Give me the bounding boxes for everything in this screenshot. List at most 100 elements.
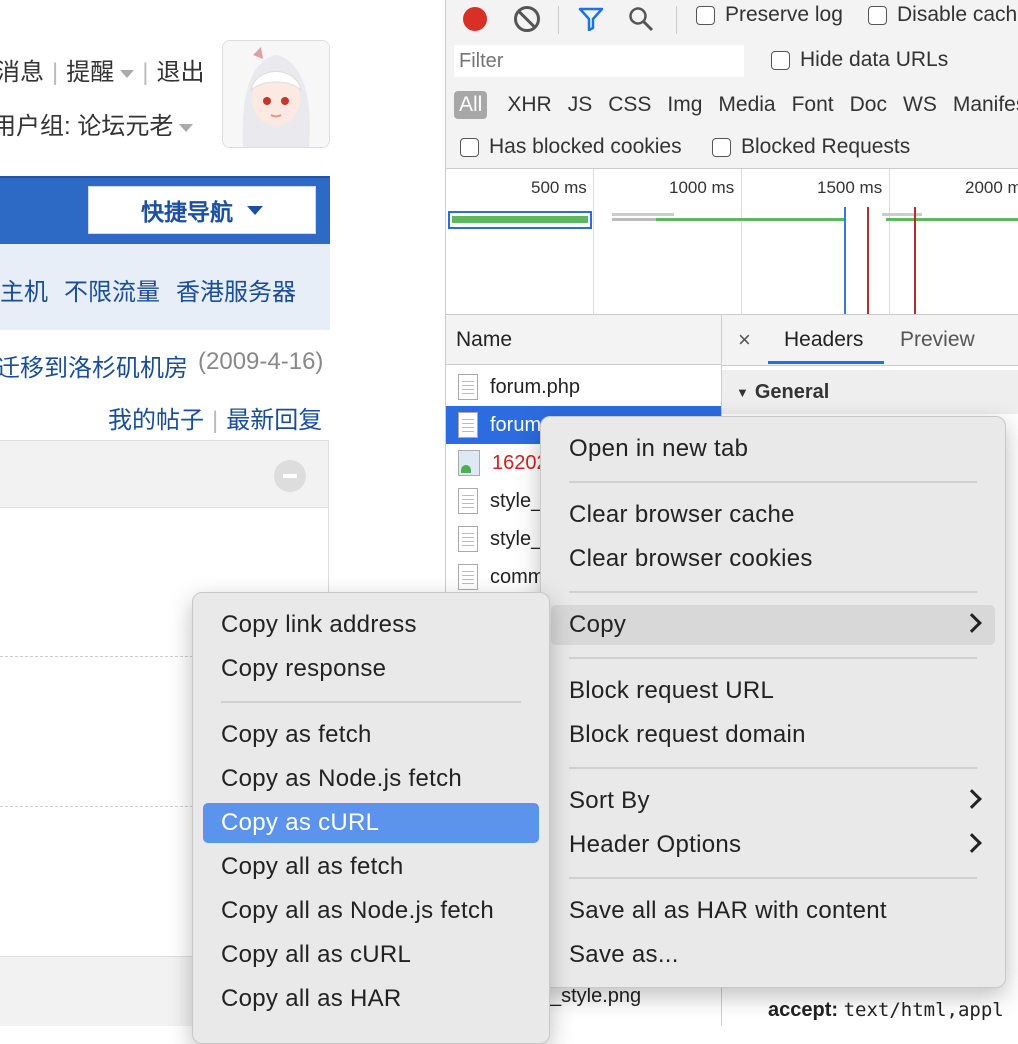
menu-separator bbox=[569, 591, 977, 593]
clear-button[interactable] bbox=[510, 2, 544, 36]
close-icon[interactable]: × bbox=[738, 327, 751, 353]
type-filter-ws[interactable]: WS bbox=[895, 93, 945, 117]
menu-separator bbox=[569, 481, 977, 483]
menu-block-url[interactable]: Block request URL bbox=[551, 671, 995, 711]
logout-link[interactable]: 退出 bbox=[156, 59, 204, 86]
copy-as-node-fetch[interactable]: Copy as Node.js fetch bbox=[203, 759, 539, 799]
search-icon bbox=[629, 7, 654, 32]
copy-all-as-fetch[interactable]: Copy all as fetch bbox=[203, 847, 539, 887]
chevron-down-icon bbox=[247, 205, 263, 215]
chevron-right-icon bbox=[962, 789, 982, 809]
search-button[interactable] bbox=[624, 2, 658, 36]
general-section-header[interactable]: ▼ General bbox=[722, 370, 1018, 414]
preserve-log-checkbox[interactable]: Preserve log bbox=[696, 3, 843, 27]
request-row[interactable]: forum.php bbox=[446, 368, 721, 406]
type-filter-js[interactable]: JS bbox=[560, 93, 601, 117]
triangle-down-icon: ▼ bbox=[736, 384, 749, 400]
timeline-bar bbox=[452, 216, 588, 223]
resource-type-filter: All XHR JS CSS Img Media Font Doc WS Man… bbox=[454, 88, 1018, 122]
tab-preview[interactable]: Preview bbox=[900, 328, 975, 352]
copy-all-as-har[interactable]: Copy all as HAR bbox=[203, 979, 539, 1019]
document-icon bbox=[458, 374, 478, 400]
latest-replies-link[interactable]: 最新回复 bbox=[226, 407, 322, 434]
menu-save-as[interactable]: Save as... bbox=[551, 935, 995, 975]
record-icon bbox=[463, 7, 487, 31]
menu-clear-cache[interactable]: Clear browser cache bbox=[551, 495, 995, 535]
my-posts-link[interactable]: 我的帖子 bbox=[108, 407, 204, 434]
forum-ad-links: 主机 不限流量 香港服务器 bbox=[0, 272, 312, 307]
filter-icon bbox=[578, 7, 604, 31]
menu-block-domain[interactable]: Block request domain bbox=[551, 715, 995, 755]
menu-sort-by[interactable]: Sort By bbox=[551, 781, 995, 821]
type-filter-media[interactable]: Media bbox=[710, 93, 783, 117]
type-filter-css[interactable]: CSS bbox=[600, 93, 659, 117]
document-icon bbox=[458, 488, 478, 514]
notice-date: (2009-4-16) bbox=[198, 348, 324, 375]
ad-link[interactable]: 香港服务器 bbox=[176, 279, 296, 306]
network-toolbar: Preserve log Disable cache bbox=[446, 0, 1018, 41]
name-column-header[interactable]: Name bbox=[446, 315, 721, 365]
type-filter-doc[interactable]: Doc bbox=[842, 93, 895, 117]
image-icon bbox=[458, 450, 480, 476]
detail-tabs: × Headers Preview bbox=[722, 315, 1018, 366]
type-filter-img[interactable]: Img bbox=[659, 93, 710, 117]
type-filter-manifest[interactable]: Manifest bbox=[945, 93, 1018, 117]
timeline-tick-label: 1000 ms bbox=[669, 178, 735, 197]
timeline-gridline bbox=[741, 169, 742, 314]
document-icon bbox=[458, 564, 478, 590]
blocked-requests-checkbox[interactable]: Blocked Requests bbox=[712, 135, 910, 159]
copy-as-fetch[interactable]: Copy as fetch bbox=[203, 715, 539, 755]
copy-submenu: Copy link address Copy response Copy as … bbox=[192, 592, 550, 1044]
timeline-tick-label: 500 ms bbox=[531, 178, 587, 197]
copy-all-as-curl[interactable]: Copy all as cURL bbox=[203, 935, 539, 975]
hide-data-urls-checkbox[interactable]: Hide data URLs bbox=[771, 48, 948, 72]
filter-input[interactable] bbox=[454, 45, 744, 77]
timeline-tick-label: 2000 ms bbox=[965, 178, 1018, 197]
has-blocked-cookies-checkbox[interactable]: Has blocked cookies bbox=[460, 135, 682, 159]
copy-response[interactable]: Copy response bbox=[203, 649, 539, 689]
menu-clear-cookies[interactable]: Clear browser cookies bbox=[551, 539, 995, 579]
notice-link[interactable]: 迁移到洛杉矶机房 bbox=[0, 348, 188, 383]
timeline-bar bbox=[612, 218, 656, 221]
timeline-bar bbox=[656, 218, 846, 221]
menu-separator bbox=[221, 701, 521, 703]
copy-as-curl[interactable]: Copy as cURL bbox=[203, 803, 539, 843]
header-line: accept: text/html,appl bbox=[768, 999, 1004, 1021]
timeline-overview[interactable]: 500 ms 1000 ms 1500 ms 2000 ms bbox=[446, 169, 1018, 315]
menu-open-new-tab[interactable]: Open in new tab bbox=[551, 429, 995, 469]
menu-copy[interactable]: Copy bbox=[551, 605, 995, 645]
toolbar-divider bbox=[558, 6, 559, 34]
context-menu: Open in new tab Clear browser cache Clea… bbox=[540, 416, 1006, 988]
copy-link-address[interactable]: Copy link address bbox=[203, 605, 539, 645]
messages-link[interactable]: 消息 bbox=[0, 59, 44, 86]
menu-separator bbox=[569, 657, 977, 659]
copy-all-as-node-fetch[interactable]: Copy all as Node.js fetch bbox=[203, 891, 539, 931]
ad-link[interactable]: 不限流量 bbox=[64, 279, 160, 306]
timeline-bar bbox=[886, 218, 1018, 221]
chevron-right-icon bbox=[962, 833, 982, 853]
document-icon bbox=[458, 412, 478, 438]
timeline-tick-label: 1500 ms bbox=[817, 178, 883, 197]
timeline-gridline bbox=[593, 169, 594, 314]
menu-header-options[interactable]: Header Options bbox=[551, 825, 995, 865]
collapse-icon[interactable] bbox=[274, 460, 306, 492]
disable-cache-checkbox[interactable]: Disable cache bbox=[868, 3, 1018, 27]
tab-headers[interactable]: Headers bbox=[784, 328, 863, 352]
chevron-right-icon bbox=[962, 613, 982, 633]
ad-link[interactable]: 主机 bbox=[0, 279, 48, 306]
reminders-link[interactable]: 提醒 bbox=[66, 59, 135, 86]
document-icon bbox=[458, 526, 478, 552]
timeline-gridline bbox=[889, 169, 890, 314]
filter-toggle-button[interactable] bbox=[574, 2, 608, 36]
quick-nav-button[interactable]: 快捷导航 bbox=[88, 186, 316, 234]
usergroup-label[interactable]: 用户组: 论坛元老 bbox=[0, 106, 194, 141]
type-filter-font[interactable]: Font bbox=[784, 93, 842, 117]
menu-save-har[interactable]: Save all as HAR with content bbox=[551, 891, 995, 931]
toolbar-divider bbox=[676, 6, 677, 34]
active-tab-indicator bbox=[768, 361, 884, 364]
type-filter-xhr[interactable]: XHR bbox=[499, 93, 559, 117]
type-filter-all[interactable]: All bbox=[454, 91, 488, 119]
avatar[interactable] bbox=[222, 40, 330, 148]
record-button[interactable] bbox=[458, 2, 492, 36]
load-marker bbox=[867, 207, 869, 314]
